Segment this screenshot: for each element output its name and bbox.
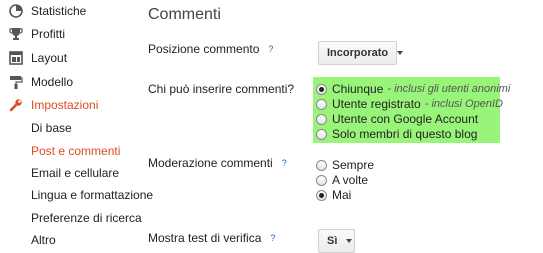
radio-button[interactable] — [316, 83, 327, 95]
captcha-dropdown[interactable]: Sì — [318, 229, 355, 253]
dropdown-value: Sì — [327, 235, 338, 247]
radio-option-utente-registrato[interactable]: Utente registrato - inclusi OpenID — [316, 96, 503, 112]
sidebar-subitem-di-base[interactable]: Di base — [31, 119, 72, 137]
sidebar-item-profitti[interactable]: Profitti — [0, 24, 65, 44]
sidebar-item-label: Layout — [31, 51, 68, 65]
radio-option-sempre[interactable]: Sempre — [316, 157, 374, 173]
radio-option-chiunque[interactable]: Chiunque - inclusi gli utenti anonimi — [316, 81, 510, 97]
sidebar-subitem-post-e-commenti[interactable]: Post e commenti — [31, 142, 120, 160]
radio-hint: - inclusi gli utenti anonimi — [387, 83, 511, 95]
radio-button[interactable] — [316, 174, 327, 186]
page-title: Commenti — [148, 6, 221, 23]
chevron-down-icon — [397, 51, 404, 55]
radio-button[interactable] — [316, 159, 327, 171]
sidebar-item-label: Modello — [31, 75, 74, 89]
position-label-text: Posizione commento — [148, 42, 260, 56]
sidebar-subitem-lingua-e-formattazione[interactable]: Lingua e formattazione — [31, 186, 153, 204]
who-can-comment-label: Chi può inserire commenti? — [148, 82, 295, 96]
captcha-label-text: Mostra test di verifica — [148, 231, 262, 245]
chevron-down-icon — [346, 239, 353, 243]
wrench-icon — [8, 97, 24, 113]
radio-label: Utente con Google Account — [332, 112, 479, 126]
radio-option-google-account[interactable]: Utente con Google Account — [316, 111, 478, 127]
radio-option-a-volte[interactable]: A volte — [316, 172, 368, 188]
radio-label: Chiunque — [332, 82, 384, 96]
sidebar-item-label: Impostazioni — [31, 98, 99, 112]
radio-label: Solo membri di questo blog — [332, 127, 478, 141]
help-icon[interactable]: ? — [268, 44, 273, 54]
radio-option-solo-membri[interactable]: Solo membri di questo blog — [316, 126, 477, 142]
position-label: Posizione commento? — [148, 42, 273, 56]
bar-chart-icon — [8, 3, 24, 19]
sidebar-item-label: Profitti — [31, 27, 66, 41]
sidebar-item-modello[interactable]: Modello — [0, 72, 73, 92]
radio-label: Sempre — [332, 158, 375, 172]
sidebar-item-statistiche[interactable]: Statistiche — [0, 1, 86, 21]
radio-button[interactable] — [316, 113, 327, 125]
radio-label: Utente registrato — [332, 97, 421, 111]
layout-icon — [8, 50, 24, 66]
radio-button[interactable] — [316, 189, 327, 201]
trophy-icon — [8, 26, 24, 42]
moderation-label-text: Moderazione commenti — [148, 156, 273, 170]
paint-roller-icon — [8, 74, 24, 90]
comment-position-dropdown[interactable]: Incorporato — [318, 41, 404, 65]
dropdown-value: Incorporato — [327, 47, 389, 59]
radio-option-mai[interactable]: Mai — [316, 187, 351, 203]
sidebar-subitem-email-e-cellulare[interactable]: Email e cellulare — [31, 164, 119, 182]
radio-label: Mai — [332, 188, 352, 202]
radio-hint: - inclusi OpenID — [424, 98, 503, 110]
sidebar-subitem-altro[interactable]: Altro — [31, 231, 56, 249]
radio-button[interactable] — [316, 128, 327, 140]
radio-label: A volte — [332, 173, 369, 187]
moderation-label: Moderazione commenti? — [148, 156, 287, 170]
sidebar-item-layout[interactable]: Layout — [0, 48, 67, 68]
help-icon[interactable]: ? — [270, 233, 275, 243]
sidebar-subitem-preferenze-di-ricerca[interactable]: Preferenze di ricerca — [31, 209, 142, 227]
radio-button[interactable] — [316, 98, 327, 110]
sidebar-item-impostazioni[interactable]: Impostazioni — [0, 95, 98, 115]
captcha-label: Mostra test di verifica? — [148, 231, 275, 245]
help-icon[interactable]: ? — [282, 158, 287, 168]
sidebar-item-label: Statistiche — [31, 4, 87, 18]
